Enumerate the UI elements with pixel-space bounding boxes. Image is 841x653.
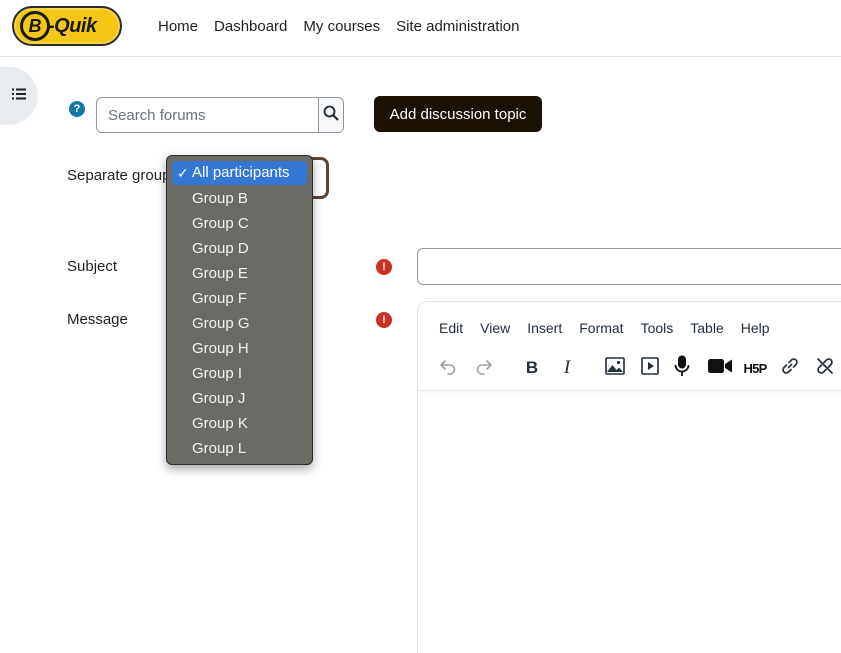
required-icon: !: [376, 312, 392, 328]
dropdown-option-group-e[interactable]: Group E: [167, 261, 312, 286]
nav-dashboard[interactable]: Dashboard: [214, 18, 287, 35]
search-forums-input[interactable]: [97, 98, 318, 132]
list-icon: [11, 87, 26, 104]
logo-letter: B: [20, 11, 50, 41]
navbar: B -Quik Home Dashboard My courses Site a…: [0, 0, 841, 57]
add-discussion-topic-button[interactable]: Add discussion topic: [374, 96, 542, 132]
dropdown-option-group-f[interactable]: Group F: [167, 286, 312, 311]
unlink-button[interactable]: [813, 356, 837, 380]
dropdown-option-group-k[interactable]: Group K: [167, 411, 312, 436]
search-button[interactable]: [318, 98, 343, 132]
search-icon: [323, 105, 339, 125]
message-editor: Edit View Insert Format Tools Table Help…: [417, 301, 841, 653]
subject-label: Subject: [67, 258, 118, 275]
menu-view[interactable]: View: [480, 320, 510, 336]
undo-icon: [439, 357, 457, 379]
dropdown-option-group-d[interactable]: Group D: [167, 236, 312, 261]
media-icon: [641, 357, 659, 379]
editor-toolbar: B I H5P: [418, 346, 841, 391]
record-video-button[interactable]: [707, 356, 733, 380]
media-button[interactable]: [638, 356, 662, 380]
menu-insert[interactable]: Insert: [527, 320, 562, 336]
search-forums-box: [96, 97, 344, 133]
checkmark-icon: ✓: [177, 165, 189, 181]
dropdown-option-group-h[interactable]: Group H: [167, 336, 312, 361]
menu-tools[interactable]: Tools: [641, 320, 674, 336]
help-icon[interactable]: ?: [69, 101, 85, 117]
message-label: Message: [67, 311, 128, 328]
course-index-toggle-button[interactable]: [0, 67, 37, 123]
link-button[interactable]: [778, 356, 802, 380]
italic-button[interactable]: I: [555, 356, 579, 380]
separate-groups-label: Separate group: [67, 167, 171, 184]
redo-button[interactable]: [472, 356, 496, 380]
record-audio-button[interactable]: [670, 355, 694, 381]
h5p-button[interactable]: H5P: [741, 356, 769, 380]
required-icon: !: [376, 259, 392, 275]
menu-help[interactable]: Help: [741, 320, 770, 336]
nav-my-courses[interactable]: My courses: [303, 18, 380, 35]
menu-edit[interactable]: Edit: [439, 320, 463, 336]
dropdown-option-group-b[interactable]: Group B: [167, 186, 312, 211]
dropdown-option-group-j[interactable]: Group J: [167, 386, 312, 411]
menu-table[interactable]: Table: [690, 320, 723, 336]
microphone-icon: [674, 355, 690, 381]
separate-groups-dropdown: ✓ All participants Group B Group C Group…: [166, 155, 313, 465]
logo-text: -Quik: [48, 15, 97, 37]
option-label: All participants: [192, 164, 290, 181]
undo-button[interactable]: [436, 356, 460, 380]
editor-menubar: Edit View Insert Format Tools Table Help: [439, 320, 787, 336]
link-icon: [781, 357, 799, 379]
dropdown-option-all-participants[interactable]: ✓ All participants: [172, 161, 307, 185]
bold-button[interactable]: B: [520, 356, 544, 380]
redo-icon: [475, 357, 493, 379]
video-camera-icon: [708, 358, 732, 378]
dropdown-option-group-g[interactable]: Group G: [167, 311, 312, 336]
bold-icon: B: [525, 358, 539, 377]
nav-home[interactable]: Home: [158, 18, 198, 35]
primary-navigation: Home Dashboard My courses Site administr…: [158, 18, 520, 35]
dropdown-option-group-i[interactable]: Group I: [167, 361, 312, 386]
dropdown-option-group-c[interactable]: Group C: [167, 211, 312, 236]
h5p-icon: H5P: [743, 360, 768, 376]
subject-input[interactable]: [417, 248, 841, 285]
italic-icon: I: [563, 357, 571, 378]
unlink-icon: [816, 357, 834, 379]
nav-site-administration[interactable]: Site administration: [396, 18, 519, 35]
image-button[interactable]: [603, 356, 627, 380]
dropdown-option-group-l[interactable]: Group L: [167, 436, 312, 461]
menu-format[interactable]: Format: [579, 320, 623, 336]
image-icon: [605, 357, 625, 379]
site-logo[interactable]: B -Quik: [12, 6, 122, 46]
